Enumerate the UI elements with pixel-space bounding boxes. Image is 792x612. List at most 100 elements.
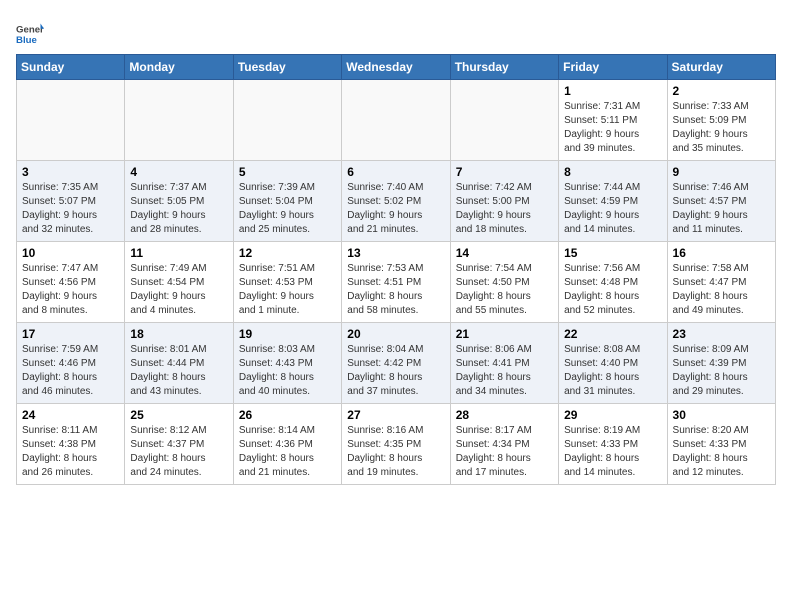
day-number: 9 <box>673 165 770 179</box>
day-number: 20 <box>347 327 444 341</box>
day-info: Sunrise: 7:31 AM Sunset: 5:11 PM Dayligh… <box>564 100 661 156</box>
day-number: 28 <box>456 408 553 422</box>
calendar-cell: 12 Sunrise: 7:51 AM Sunset: 4:53 PM Dayli… <box>233 242 341 323</box>
calendar-cell: 3 Sunrise: 7:35 AM Sunset: 5:07 PM Daylig… <box>17 161 125 242</box>
calendar-cell: 23 Sunrise: 8:09 AM Sunset: 4:39 PM Dayli… <box>667 323 775 404</box>
day-info: Sunrise: 7:44 AM Sunset: 4:59 PM Dayligh… <box>564 181 661 237</box>
day-info: Sunrise: 8:09 AM Sunset: 4:39 PM Dayligh… <box>673 343 770 399</box>
day-info: Sunrise: 8:12 AM Sunset: 4:37 PM Dayligh… <box>130 424 227 480</box>
column-header-sunday: Sunday <box>17 55 125 80</box>
day-info: Sunrise: 7:49 AM Sunset: 4:54 PM Dayligh… <box>130 262 227 318</box>
logo-icon: General Blue <box>16 20 44 48</box>
day-number: 6 <box>347 165 444 179</box>
calendar-cell: 18 Sunrise: 8:01 AM Sunset: 4:44 PM Dayli… <box>125 323 233 404</box>
calendar-cell: 27 Sunrise: 8:16 AM Sunset: 4:35 PM Dayli… <box>342 404 450 485</box>
page-header: General Blue <box>16 16 776 48</box>
svg-text:Blue: Blue <box>16 35 37 46</box>
calendar-cell: 7 Sunrise: 7:42 AM Sunset: 5:00 PM Daylig… <box>450 161 558 242</box>
calendar-week-row: 1 Sunrise: 7:31 AM Sunset: 5:11 PM Daylig… <box>17 80 776 161</box>
day-info: Sunrise: 8:04 AM Sunset: 4:42 PM Dayligh… <box>347 343 444 399</box>
svg-text:General: General <box>16 24 44 35</box>
day-number: 17 <box>22 327 119 341</box>
day-info: Sunrise: 7:35 AM Sunset: 5:07 PM Dayligh… <box>22 181 119 237</box>
day-number: 3 <box>22 165 119 179</box>
calendar-cell: 26Sunrise: 8:14 AM Sunset: 4:36 PM Dayli… <box>233 404 341 485</box>
day-info: Sunrise: 7:59 AM Sunset: 4:46 PM Dayligh… <box>22 343 119 399</box>
day-number: 24 <box>22 408 119 422</box>
day-number: 18 <box>130 327 227 341</box>
day-number: 22 <box>564 327 661 341</box>
day-number: 29 <box>564 408 661 422</box>
day-info: Sunrise: 7:58 AM Sunset: 4:47 PM Dayligh… <box>673 262 770 318</box>
calendar-header-row: SundayMondayTuesdayWednesdayThursdayFrid… <box>17 55 776 80</box>
day-info: Sunrise: 8:16 AM Sunset: 4:35 PM Dayligh… <box>347 424 444 480</box>
day-info: Sunrise: 7:42 AM Sunset: 5:00 PM Dayligh… <box>456 181 553 237</box>
calendar-cell: 8Sunrise: 7:44 AM Sunset: 4:59 PM Daylig… <box>559 161 667 242</box>
calendar-cell: 21 Sunrise: 8:06 AM Sunset: 4:41 PM Dayli… <box>450 323 558 404</box>
day-number: 10 <box>22 246 119 260</box>
day-number: 27 <box>347 408 444 422</box>
day-number: 15 <box>564 246 661 260</box>
column-header-wednesday: Wednesday <box>342 55 450 80</box>
calendar-cell: 19 Sunrise: 8:03 AM Sunset: 4:43 PM Dayli… <box>233 323 341 404</box>
day-number: 5 <box>239 165 336 179</box>
day-number: 2 <box>673 84 770 98</box>
calendar-cell <box>233 80 341 161</box>
calendar-cell <box>17 80 125 161</box>
column-header-saturday: Saturday <box>667 55 775 80</box>
calendar-cell: 14 Sunrise: 7:54 AM Sunset: 4:50 PM Dayli… <box>450 242 558 323</box>
calendar-cell: 17 Sunrise: 7:59 AM Sunset: 4:46 PM Dayli… <box>17 323 125 404</box>
day-number: 19 <box>239 327 336 341</box>
day-info: Sunrise: 7:56 AM Sunset: 4:48 PM Dayligh… <box>564 262 661 318</box>
calendar-cell: 5 Sunrise: 7:39 AM Sunset: 5:04 PM Daylig… <box>233 161 341 242</box>
calendar-cell: 24 Sunrise: 8:11 AM Sunset: 4:38 PM Dayli… <box>17 404 125 485</box>
day-info: Sunrise: 8:06 AM Sunset: 4:41 PM Dayligh… <box>456 343 553 399</box>
calendar-week-row: 24 Sunrise: 8:11 AM Sunset: 4:38 PM Dayli… <box>17 404 776 485</box>
day-number: 7 <box>456 165 553 179</box>
day-number: 16 <box>673 246 770 260</box>
calendar-cell: 25Sunrise: 8:12 AM Sunset: 4:37 PM Dayli… <box>125 404 233 485</box>
day-number: 30 <box>673 408 770 422</box>
day-info: Sunrise: 7:37 AM Sunset: 5:05 PM Dayligh… <box>130 181 227 237</box>
column-header-monday: Monday <box>125 55 233 80</box>
day-number: 14 <box>456 246 553 260</box>
day-info: Sunrise: 8:08 AM Sunset: 4:40 PM Dayligh… <box>564 343 661 399</box>
day-info: Sunrise: 7:51 AM Sunset: 4:53 PM Dayligh… <box>239 262 336 318</box>
day-number: 13 <box>347 246 444 260</box>
calendar-week-row: 3 Sunrise: 7:35 AM Sunset: 5:07 PM Daylig… <box>17 161 776 242</box>
calendar-cell <box>125 80 233 161</box>
day-info: Sunrise: 7:53 AM Sunset: 4:51 PM Dayligh… <box>347 262 444 318</box>
day-info: Sunrise: 8:20 AM Sunset: 4:33 PM Dayligh… <box>673 424 770 480</box>
day-number: 26 <box>239 408 336 422</box>
calendar-cell: 10 Sunrise: 7:47 AM Sunset: 4:56 PM Dayli… <box>17 242 125 323</box>
day-number: 1 <box>564 84 661 98</box>
day-info: Sunrise: 8:11 AM Sunset: 4:38 PM Dayligh… <box>22 424 119 480</box>
day-info: Sunrise: 8:17 AM Sunset: 4:34 PM Dayligh… <box>456 424 553 480</box>
calendar-cell: 2 Sunrise: 7:33 AM Sunset: 5:09 PM Daylig… <box>667 80 775 161</box>
day-info: Sunrise: 7:39 AM Sunset: 5:04 PM Dayligh… <box>239 181 336 237</box>
day-info: Sunrise: 8:01 AM Sunset: 4:44 PM Dayligh… <box>130 343 227 399</box>
calendar-cell: 22 Sunrise: 8:08 AM Sunset: 4:40 PM Dayli… <box>559 323 667 404</box>
day-info: Sunrise: 7:47 AM Sunset: 4:56 PM Dayligh… <box>22 262 119 318</box>
day-info: Sunrise: 8:19 AM Sunset: 4:33 PM Dayligh… <box>564 424 661 480</box>
day-info: Sunrise: 8:03 AM Sunset: 4:43 PM Dayligh… <box>239 343 336 399</box>
day-info: Sunrise: 7:46 AM Sunset: 4:57 PM Dayligh… <box>673 181 770 237</box>
day-number: 12 <box>239 246 336 260</box>
day-info: Sunrise: 7:54 AM Sunset: 4:50 PM Dayligh… <box>456 262 553 318</box>
day-info: Sunrise: 7:40 AM Sunset: 5:02 PM Dayligh… <box>347 181 444 237</box>
calendar-table: SundayMondayTuesdayWednesdayThursdayFrid… <box>16 54 776 485</box>
day-info: Sunrise: 7:33 AM Sunset: 5:09 PM Dayligh… <box>673 100 770 156</box>
column-header-thursday: Thursday <box>450 55 558 80</box>
day-number: 4 <box>130 165 227 179</box>
day-number: 23 <box>673 327 770 341</box>
calendar-week-row: 17 Sunrise: 7:59 AM Sunset: 4:46 PM Dayli… <box>17 323 776 404</box>
calendar-cell: 28 Sunrise: 8:17 AM Sunset: 4:34 PM Dayli… <box>450 404 558 485</box>
day-number: 21 <box>456 327 553 341</box>
column-header-friday: Friday <box>559 55 667 80</box>
logo: General Blue <box>16 20 48 48</box>
calendar-cell: 20 Sunrise: 8:04 AM Sunset: 4:42 PM Dayli… <box>342 323 450 404</box>
column-header-tuesday: Tuesday <box>233 55 341 80</box>
calendar-cell: 6 Sunrise: 7:40 AM Sunset: 5:02 PM Daylig… <box>342 161 450 242</box>
calendar-cell: 4 Sunrise: 7:37 AM Sunset: 5:05 PM Daylig… <box>125 161 233 242</box>
calendar-cell: 29 Sunrise: 8:19 AM Sunset: 4:33 PM Dayli… <box>559 404 667 485</box>
